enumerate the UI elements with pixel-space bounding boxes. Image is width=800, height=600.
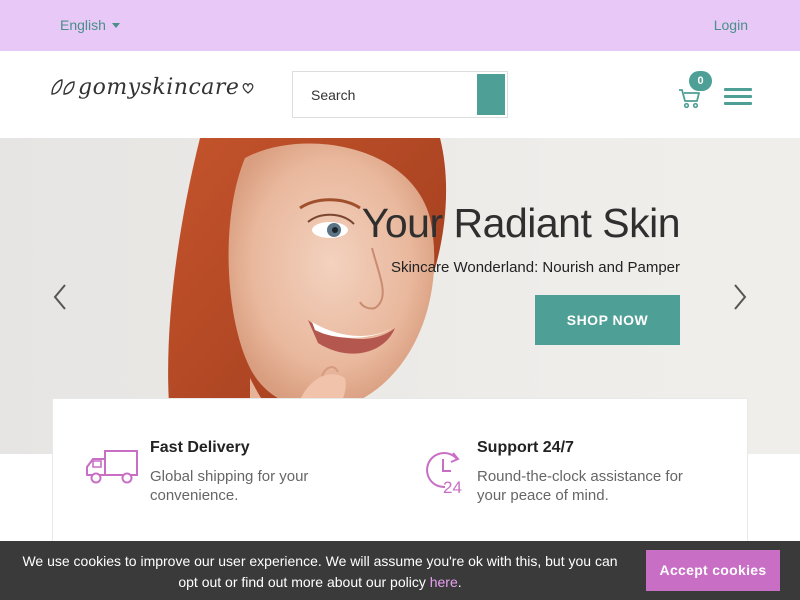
heart-icon <box>243 82 254 94</box>
hamburger-menu-icon[interactable] <box>724 88 752 106</box>
feature-description: Round-the-clock assistance for your peac… <box>477 468 683 504</box>
search-button[interactable] <box>477 74 505 115</box>
language-label: English <box>60 17 106 33</box>
chevron-right-icon[interactable] <box>730 283 750 311</box>
accept-cookies-button[interactable]: Accept cookies <box>646 550 780 591</box>
cookie-banner: We use cookies to improve our user exper… <box>0 541 800 600</box>
logo-text: gomyskincare <box>78 75 240 100</box>
top-bar: English Login <box>0 0 800 51</box>
caret-down-icon <box>111 22 120 28</box>
leaf-icon <box>51 78 75 95</box>
feature-description: Global shipping for your convenience. <box>150 468 309 504</box>
svg-text:24: 24 <box>443 478 462 495</box>
truck-icon <box>86 450 138 484</box>
chevron-left-icon[interactable] <box>50 283 70 311</box>
hero-title: Your Radiant Skin <box>361 200 681 246</box>
feature-title: Fast Delivery <box>150 439 250 456</box>
clock-24-icon: 24 <box>426 452 462 495</box>
feature-title: Support 24/7 <box>477 439 574 456</box>
cookie-policy-link[interactable]: here <box>430 574 458 590</box>
features-panel: Fast Delivery Global shipping for your c… <box>52 398 748 548</box>
site-header: gomyskincare 0 <box>0 51 800 138</box>
search-input[interactable] <box>293 72 477 117</box>
search-form <box>292 71 508 118</box>
shop-now-button[interactable]: SHOP NOW <box>535 295 680 345</box>
cookie-message: We use cookies to improve our user exper… <box>22 553 618 590</box>
language-selector[interactable]: English <box>60 17 120 33</box>
cookie-message-text: We use cookies to improve our user exper… <box>22 553 618 590</box>
hero-subtitle: Skincare Wonderland: Nourish and Pamper <box>390 259 680 276</box>
logo[interactable]: gomyskincare <box>50 75 255 100</box>
cart-count-badge: 0 <box>689 71 712 91</box>
login-link[interactable]: Login <box>714 17 748 33</box>
